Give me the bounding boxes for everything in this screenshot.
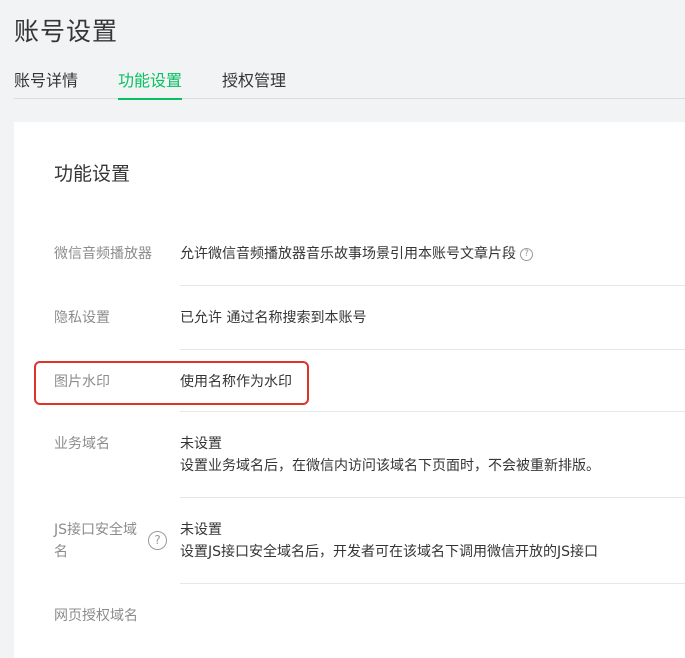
- setting-row-audio-player: 微信音频播放器 允许微信音频播放器音乐故事场景引用本账号文章片段?: [54, 243, 685, 308]
- tab-bar: 账号详情 功能设置 授权管理: [14, 68, 685, 100]
- setting-label: 业务域名: [54, 436, 110, 452]
- row-divider: [180, 349, 685, 350]
- setting-label-line2: 名: [54, 544, 68, 560]
- setting-value: 已允许 通过名称搜索到本账号: [180, 310, 367, 326]
- setting-label: 网页授权域名: [54, 608, 138, 624]
- tab-function-settings[interactable]: 功能设置: [118, 68, 183, 100]
- setting-label-line1: JS接口安全域: [54, 522, 138, 538]
- row-divider: [180, 497, 685, 498]
- question-circle-icon[interactable]: ?: [520, 247, 533, 261]
- setting-value-text: 允许微信音频播放器音乐故事场景引用本账号文章片段: [180, 246, 516, 262]
- setting-label: 隐私设置: [54, 310, 110, 326]
- tab-account-details[interactable]: 账号详情: [14, 68, 78, 99]
- setting-value: 未设置: [180, 522, 222, 538]
- setting-label: 微信音频播放器: [54, 246, 152, 262]
- row-divider: [180, 583, 685, 584]
- setting-row-business-domain: 业务域名 未设置 设置业务域名后，在微信内访问该域名下页面时，不会被重新排版。: [54, 433, 685, 519]
- setting-value: 未设置: [180, 436, 222, 452]
- tab-authorization-management[interactable]: 授权管理: [222, 68, 286, 99]
- setting-row-web-auth-domain: 网页授权域名: [54, 605, 685, 645]
- page-title: 账号设置: [14, 17, 119, 46]
- setting-description: 设置JS接口安全域名后，开发者可在该域名下调用微信开放的JS接口: [180, 544, 599, 560]
- setting-value: 允许微信音频播放器音乐故事场景引用本账号文章片段?: [180, 243, 533, 265]
- row-divider: [180, 411, 685, 412]
- setting-row-js-safe-domain: JS接口安全域 名 ? 未设置 设置JS接口安全域名后，开发者可在该域名下调用微…: [54, 519, 685, 605]
- setting-label: JS接口安全域 名: [54, 519, 144, 563]
- highlight-box: [34, 361, 309, 405]
- row-divider: [180, 285, 685, 286]
- card-title: 功能设置: [54, 163, 131, 185]
- setting-description: 设置业务域名后，在微信内访问该域名下页面时，不会被重新排版。: [180, 458, 600, 474]
- question-circle-icon[interactable]: ?: [148, 531, 167, 550]
